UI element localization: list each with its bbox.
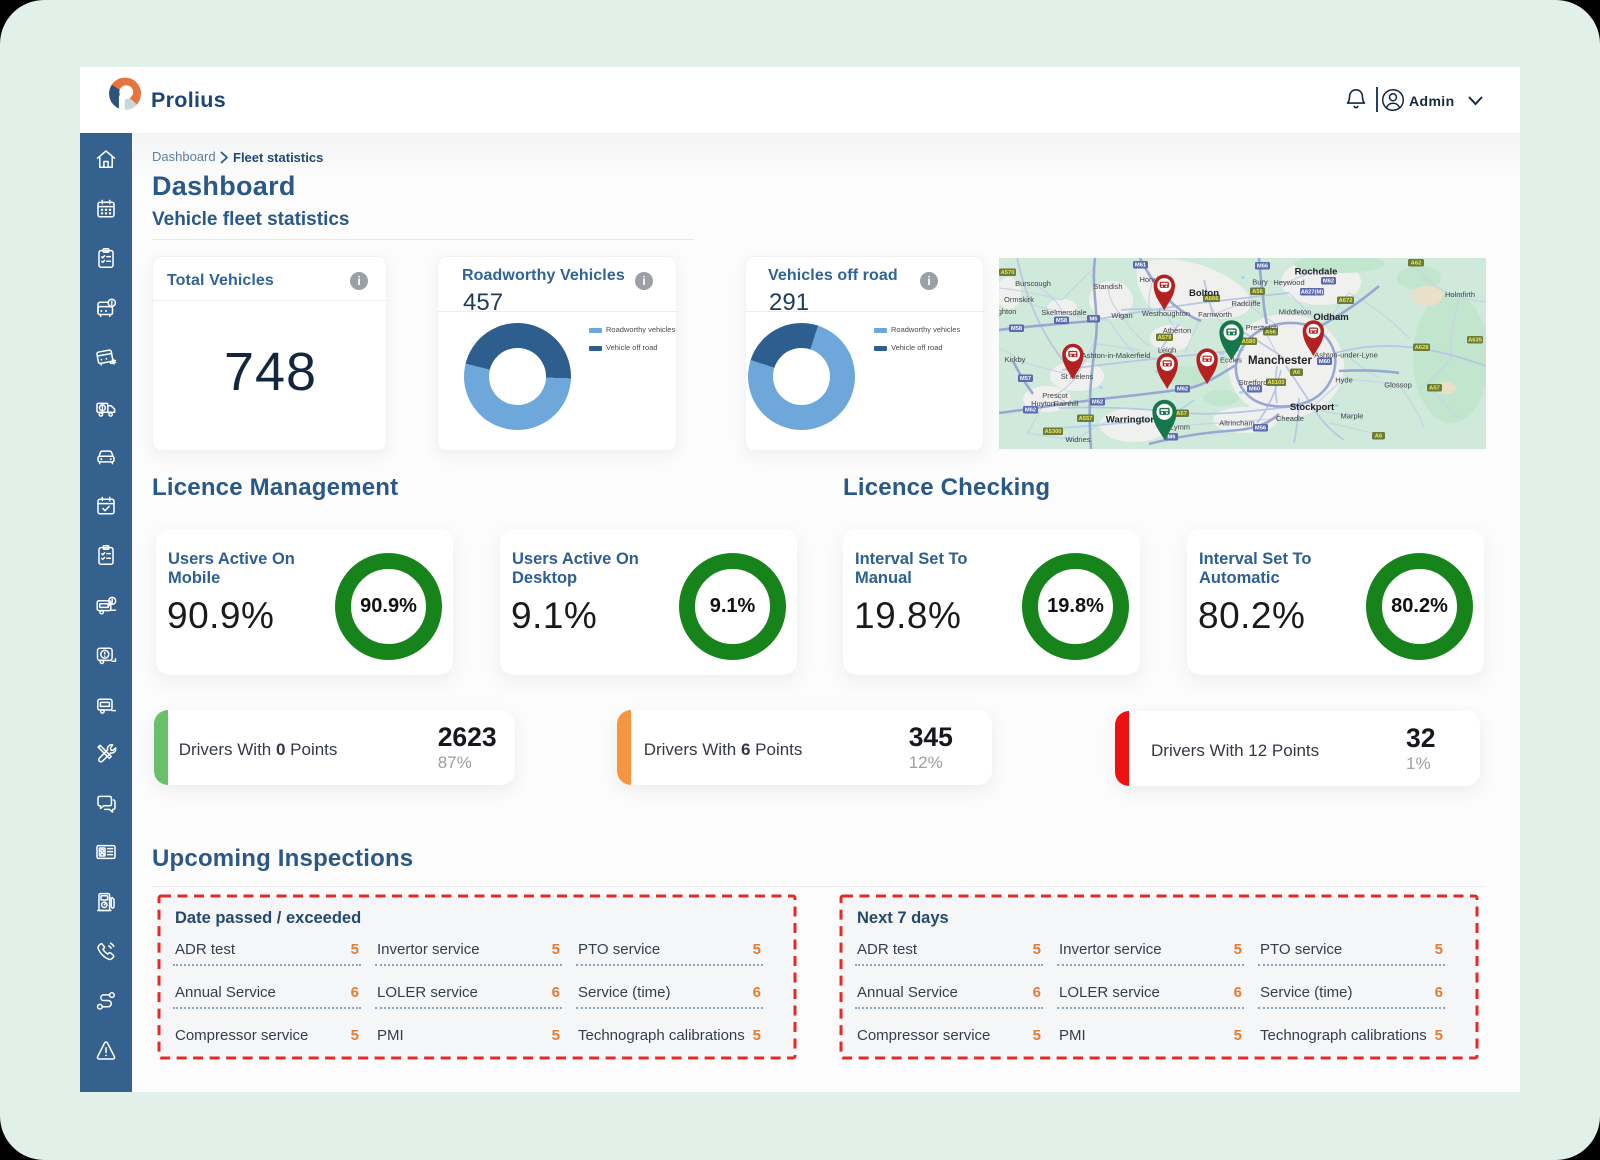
svg-text:M58: M58 bbox=[1056, 318, 1068, 324]
svg-text:A579: A579 bbox=[1158, 335, 1173, 341]
svg-text:A570: A570 bbox=[1001, 270, 1015, 276]
svg-text:M57: M57 bbox=[1020, 376, 1031, 382]
svg-text:A635: A635 bbox=[1468, 338, 1483, 344]
svg-text:Warrington: Warrington bbox=[1106, 415, 1157, 426]
svg-text:Burscough: Burscough bbox=[1015, 279, 1051, 288]
svg-text:A580: A580 bbox=[1242, 339, 1256, 345]
svg-text:Kirkby: Kirkby bbox=[1005, 355, 1026, 364]
svg-text:Widnes: Widnes bbox=[1065, 435, 1090, 444]
svg-text:Huyton: Huyton bbox=[1031, 399, 1055, 408]
svg-text:A62: A62 bbox=[1411, 261, 1422, 267]
svg-text:M60: M60 bbox=[1319, 359, 1330, 365]
svg-text:M58: M58 bbox=[1011, 326, 1023, 332]
svg-text:M62: M62 bbox=[1092, 400, 1103, 406]
svg-text:Marple: Marple bbox=[1341, 412, 1364, 421]
svg-text:A6: A6 bbox=[1293, 370, 1301, 376]
svg-text:Glossop: Glossop bbox=[1384, 381, 1412, 390]
svg-text:M62: M62 bbox=[1177, 387, 1188, 393]
svg-text:A57: A57 bbox=[1176, 411, 1187, 417]
svg-text:Bolton: Bolton bbox=[1189, 288, 1219, 299]
svg-text:Ashton-under-Lyne: Ashton-under-Lyne bbox=[1314, 351, 1378, 360]
svg-text:ughton: ughton bbox=[999, 307, 1016, 316]
svg-text:Oldham: Oldham bbox=[1313, 312, 1348, 323]
svg-text:A628: A628 bbox=[1415, 345, 1430, 351]
svg-text:M61: M61 bbox=[1135, 263, 1147, 269]
svg-text:A57: A57 bbox=[1429, 386, 1440, 392]
svg-text:Rochdale: Rochdale bbox=[1295, 267, 1338, 278]
svg-text:M6: M6 bbox=[1167, 435, 1176, 441]
svg-text:Ormskirk: Ormskirk bbox=[1004, 295, 1034, 304]
svg-text:St Helens: St Helens bbox=[1061, 372, 1094, 381]
svg-text:Wigan: Wigan bbox=[1111, 311, 1132, 320]
svg-text:Heywood: Heywood bbox=[1273, 278, 1304, 287]
svg-text:Standish: Standish bbox=[1093, 282, 1122, 291]
svg-text:A5103: A5103 bbox=[1267, 380, 1285, 386]
svg-text:M56: M56 bbox=[1255, 426, 1267, 432]
svg-text:M62: M62 bbox=[1025, 408, 1036, 414]
svg-text:Holmfirth: Holmfirth bbox=[1445, 290, 1475, 299]
svg-text:Atherton: Atherton bbox=[1163, 326, 1191, 335]
svg-text:Westhoughton: Westhoughton bbox=[1142, 309, 1190, 318]
svg-text:Cheadle: Cheadle bbox=[1276, 414, 1304, 423]
svg-text:Bury: Bury bbox=[1252, 278, 1268, 287]
svg-text:Manchester: Manchester bbox=[1248, 355, 1312, 367]
svg-text:Skelmersdale: Skelmersdale bbox=[1041, 308, 1086, 317]
svg-text:M60: M60 bbox=[1249, 387, 1260, 393]
svg-text:M6: M6 bbox=[1089, 317, 1098, 323]
svg-text:A6: A6 bbox=[1375, 434, 1383, 440]
svg-text:A672: A672 bbox=[1339, 298, 1353, 304]
svg-text:A5300: A5300 bbox=[1044, 429, 1061, 435]
svg-text:Middleton: Middleton bbox=[1279, 308, 1312, 317]
svg-text:Stockport: Stockport bbox=[1290, 402, 1335, 413]
svg-text:Prestwich: Prestwich bbox=[1246, 323, 1279, 332]
svg-text:Rainhill: Rainhill bbox=[1054, 399, 1079, 408]
svg-text:A557: A557 bbox=[1079, 416, 1093, 422]
svg-text:Radcliffe: Radcliffe bbox=[1231, 299, 1260, 308]
svg-text:A627(M): A627(M) bbox=[1301, 290, 1324, 296]
svg-text:Stretford: Stretford bbox=[1239, 378, 1268, 387]
svg-text:A56: A56 bbox=[1252, 289, 1263, 295]
svg-text:Farnworth: Farnworth bbox=[1198, 310, 1232, 319]
svg-text:Ashton-in-Makerfield: Ashton-in-Makerfield bbox=[1082, 351, 1151, 360]
svg-text:M66: M66 bbox=[1257, 264, 1269, 270]
svg-text:M62: M62 bbox=[1323, 279, 1334, 285]
svg-text:Hyde: Hyde bbox=[1335, 376, 1353, 385]
svg-text:Altrincham: Altrincham bbox=[1219, 419, 1254, 428]
